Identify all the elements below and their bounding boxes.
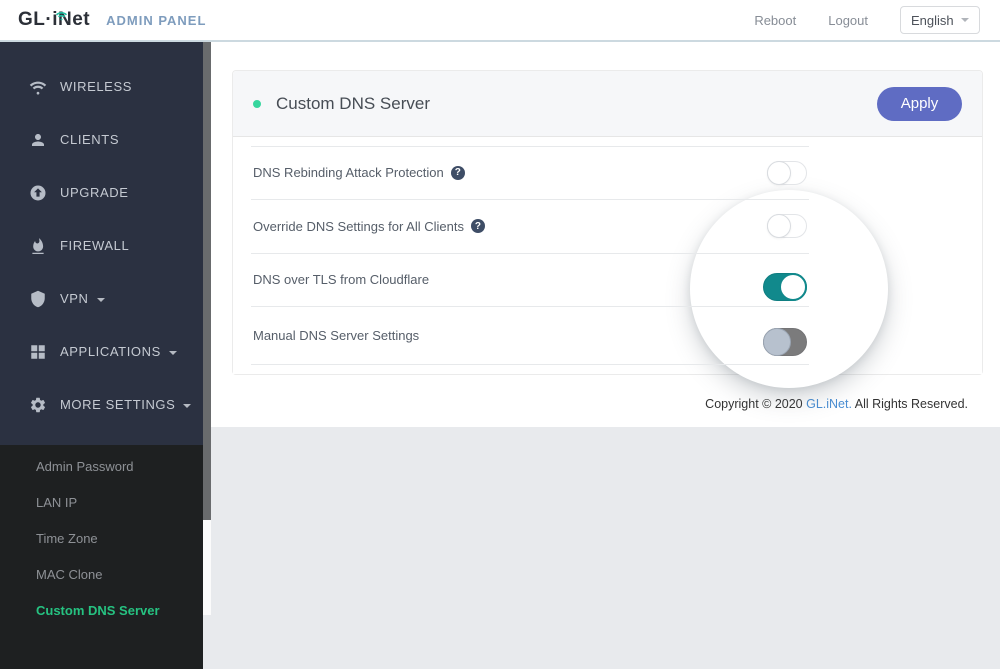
sidebar-item-clients[interactable]: CLIENTS xyxy=(0,113,203,166)
sidebar-item-label: WIRELESS xyxy=(60,79,132,94)
chevron-down-icon xyxy=(183,403,192,408)
language-select[interactable]: English xyxy=(900,6,980,34)
sidebar-scrollbar-track[interactable] xyxy=(203,42,211,615)
setting-label: DNS Rebinding Attack Protection xyxy=(253,165,444,180)
scrolled-row-remnant xyxy=(233,137,982,146)
sidebar-scrollbar-thumb[interactable] xyxy=(203,42,211,520)
row-divider xyxy=(233,364,982,374)
shield-icon xyxy=(29,290,47,308)
setting-label: Manual DNS Server Settings xyxy=(253,327,420,343)
setting-label: Override DNS Settings for All Clients xyxy=(253,218,464,234)
toggle-dns-over-tls[interactable] xyxy=(763,272,807,301)
sidebar-item-custom-dns-server[interactable]: Custom DNS Server xyxy=(0,593,203,629)
logout-button[interactable]: Logout xyxy=(828,13,868,28)
setting-row-dns-over-tls: DNS over TLS from Cloudflare xyxy=(233,253,982,306)
sidebar-item-label: VPN xyxy=(60,291,89,306)
sidebar-item-more-settings[interactable]: MORE SETTINGS xyxy=(0,378,203,431)
admin-panel-label: ADMIN PANEL xyxy=(106,12,207,28)
toggle-knob xyxy=(763,328,791,356)
sidebar-item-applications[interactable]: APPLICATIONS xyxy=(0,325,203,378)
setting-row-manual-dns: Manual DNS Server Settings xyxy=(233,306,982,364)
toggle-knob xyxy=(767,214,791,238)
help-icon[interactable]: ? xyxy=(470,219,485,233)
toggle-knob xyxy=(779,272,807,301)
sidebar-item-wireless[interactable]: WIRELESS xyxy=(0,60,203,113)
sidebar-item-vpn[interactable]: VPN xyxy=(0,272,203,325)
brand-wifi-icon xyxy=(55,5,68,27)
flame-icon xyxy=(29,237,47,255)
arrow-up-circle-icon xyxy=(29,184,47,202)
card-header: Custom DNS Server Apply xyxy=(233,71,982,137)
sidebar-item-lan-ip[interactable]: LAN IP xyxy=(0,485,203,521)
copyright-suffix: All Rights Reserved. xyxy=(851,397,968,411)
language-select-value: English xyxy=(911,12,954,28)
sidebar-item-label: UPGRADE xyxy=(60,185,129,200)
setting-label: DNS over TLS from Cloudflare xyxy=(253,272,430,287)
person-icon xyxy=(29,131,47,149)
toggle-dns-rebinding[interactable] xyxy=(767,160,807,185)
custom-dns-server-card: Custom DNS Server Apply DNS Rebinding At… xyxy=(232,70,983,388)
setting-row-dns-rebinding: DNS Rebinding Attack Protection ? xyxy=(233,146,982,199)
toggle-manual-dns[interactable] xyxy=(763,328,807,356)
gear-icon xyxy=(29,396,47,414)
page-title: Custom DNS Server xyxy=(276,93,430,113)
sidebar-item-label: MORE SETTINGS xyxy=(60,397,176,412)
wifi-icon xyxy=(29,78,47,96)
reboot-button[interactable]: Reboot xyxy=(754,13,796,28)
more-settings-submenu: Admin Password LAN IP Time Zone MAC Clon… xyxy=(0,445,203,669)
sidebar-item-time-zone[interactable]: Time Zone xyxy=(0,521,203,557)
copyright-line: Copyright © 2020 GL.iNet. All Rights Res… xyxy=(211,397,1000,411)
sidebar-item-upgrade[interactable]: UPGRADE xyxy=(0,166,203,219)
setting-row-override-dns: Override DNS Settings for All Clients ? xyxy=(233,199,982,253)
copyright-prefix: Copyright © 2020 xyxy=(705,397,807,411)
chevron-down-icon xyxy=(168,350,177,355)
sidebar: WIRELESS CLIENTS UPGRADE FIREWALL VPN AP… xyxy=(0,42,203,669)
main-content: Custom DNS Server Apply DNS Rebinding At… xyxy=(211,42,1000,615)
card-body: DNS Rebinding Attack Protection ? Overri… xyxy=(233,137,982,388)
toggle-knob xyxy=(767,160,791,185)
sidebar-item-label: CLIENTS xyxy=(60,132,120,147)
top-header: GL·iNet ADMIN PANEL Reboot Logout Englis… xyxy=(0,0,1000,42)
toggle-override-dns[interactable] xyxy=(767,214,807,238)
copyright-brand-link[interactable]: GL.iNet. xyxy=(806,397,852,411)
content-panel: Custom DNS Server Apply DNS Rebinding At… xyxy=(211,42,1000,427)
sidebar-item-admin-password[interactable]: Admin Password xyxy=(0,449,203,485)
sidebar-item-mac-clone[interactable]: MAC Clone xyxy=(0,557,203,593)
apply-button[interactable]: Apply xyxy=(877,86,962,121)
status-dot xyxy=(253,99,261,108)
sidebar-item-label: APPLICATIONS xyxy=(60,344,161,359)
help-icon[interactable]: ? xyxy=(450,165,465,180)
brand-logo: GL·iNet xyxy=(18,9,90,31)
grid-icon xyxy=(29,343,47,361)
chevron-down-icon xyxy=(961,18,969,22)
sidebar-item-label: FIREWALL xyxy=(60,238,130,253)
chevron-down-icon xyxy=(96,297,105,302)
sidebar-item-firewall[interactable]: FIREWALL xyxy=(0,219,203,272)
